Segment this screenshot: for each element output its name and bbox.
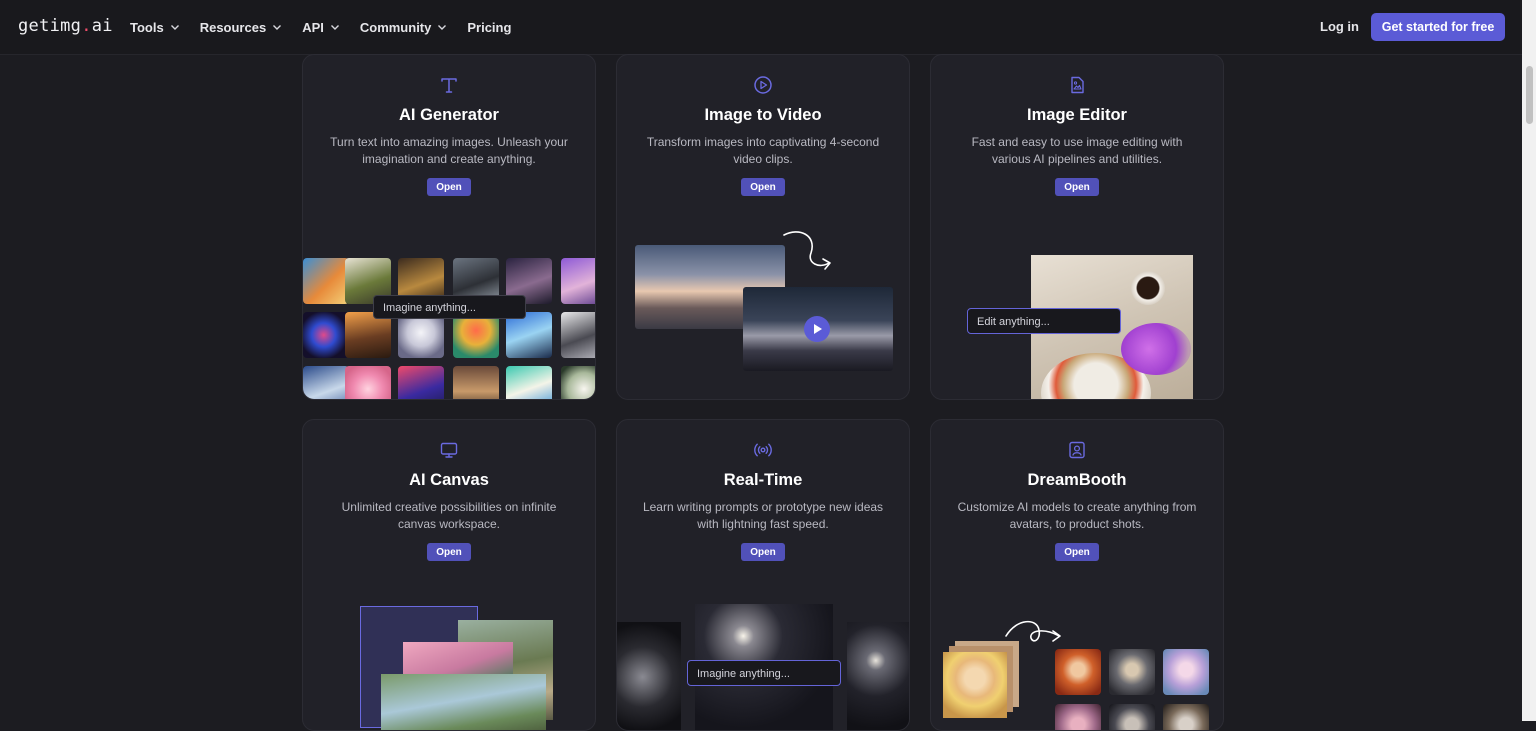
preview-tile [303, 312, 349, 358]
open-button[interactable]: Open [427, 543, 471, 561]
card-title: AI Generator [399, 106, 499, 124]
menu-label: API [302, 19, 324, 35]
prompt-input[interactable]: Imagine anything... [373, 295, 526, 319]
card-description: Fast and easy to use image editing with … [971, 135, 1183, 166]
preview-tile [453, 366, 499, 399]
preview-tile [345, 366, 391, 399]
card-ai-canvas: AI Canvas Unlimited creative possibiliti… [302, 419, 596, 731]
preview-tile [303, 258, 349, 304]
image-edit-icon [1071, 76, 1084, 94]
preview-tile [506, 366, 552, 399]
open-button[interactable]: Open [1055, 543, 1099, 561]
training-photo-stack [955, 641, 1019, 707]
mask-brush [1121, 323, 1191, 375]
realtime-preview: Imagine anything... [617, 420, 909, 730]
canvas-image [403, 642, 513, 730]
open-button[interactable]: Open [427, 178, 471, 196]
get-started-button[interactable]: Get started for free [1371, 13, 1505, 41]
dreambooth-preview [931, 420, 1223, 730]
training-photo [943, 652, 1007, 718]
menu-label: Community [359, 19, 432, 35]
open-button[interactable]: Open [741, 543, 785, 561]
edit-prompt-input[interactable]: Edit anything... [967, 308, 1121, 334]
card-title: AI Canvas [409, 471, 489, 489]
avatar-result [1109, 704, 1155, 730]
scrollbar-thumb[interactable] [1526, 66, 1533, 124]
logo-main: getimg [18, 16, 82, 36]
chevron-down-icon [438, 25, 447, 30]
menu-label: Pricing [467, 19, 512, 35]
coffee-cup [1131, 271, 1165, 305]
astronaut-image-left [617, 622, 681, 730]
menu-tools[interactable]: Tools [130, 20, 180, 35]
chevron-down-icon [170, 25, 179, 30]
canvas-preview [303, 420, 595, 730]
chevron-down-icon [273, 25, 282, 30]
card-title: Image to Video [704, 106, 822, 124]
space-image-right [847, 622, 909, 730]
card-description: Turn text into amazing images. Unleash y… [330, 135, 568, 166]
avatar-result [1163, 649, 1209, 695]
card-image-to-video: Image to Video Transform images into cap… [616, 54, 910, 400]
card-ai-generator: AI Generator Turn text into amazing imag… [302, 54, 596, 400]
card-description: Unlimited creative possibilities on infi… [341, 500, 557, 531]
menu-label: Resources [199, 19, 267, 35]
preview-tile [303, 366, 349, 399]
broadcast-icon [754, 443, 772, 457]
card-dreambooth: DreamBooth Customize AI models to create… [930, 419, 1224, 731]
menu-label: Tools [130, 19, 164, 35]
plate [1041, 353, 1151, 399]
training-photo-stack [949, 646, 1013, 712]
open-button[interactable]: Open [741, 178, 785, 196]
login-link[interactable]: Log in [1320, 19, 1359, 34]
card-real-time: Real-Time Learn writing prompts or proto… [616, 419, 910, 731]
card-title: Image Editor [1027, 106, 1127, 124]
card-description: Learn writing prompts or prototype new i… [642, 500, 884, 531]
avatar-result [1109, 649, 1155, 695]
open-button[interactable]: Open [1055, 178, 1099, 196]
user-square-icon [1069, 441, 1085, 459]
preview-tile [561, 312, 595, 358]
preview-tile [398, 366, 444, 399]
logo-dot: . [81, 16, 92, 36]
curved-arrow-icon [783, 231, 831, 270]
preview-tile [561, 366, 595, 399]
card-title: DreamBooth [1027, 471, 1127, 489]
menu-community[interactable]: Community [360, 20, 448, 35]
play-button-icon[interactable] [803, 315, 831, 343]
text-icon [441, 78, 457, 93]
prompt-input[interactable]: Imagine anything... [687, 660, 841, 686]
avatar-result [1055, 649, 1101, 695]
canvas-selection-frame [360, 606, 478, 728]
chevron-down-icon [330, 25, 339, 30]
play-circle-icon [754, 76, 772, 94]
preview-tile [561, 258, 595, 304]
main-menu: Tools Resources API Community Pricing [130, 0, 511, 54]
card-description: Transform images into captivating 4-seco… [646, 135, 880, 166]
mountain-image [635, 245, 785, 329]
menu-pricing[interactable]: Pricing [467, 20, 511, 35]
getimg-logo[interactable]: getimg.ai [18, 16, 113, 36]
canvas-image [381, 674, 546, 730]
card-image-editor: Image Editor Fast and easy to use image … [930, 54, 1224, 400]
top-navbar: getimg.ai Tools Resources API Community … [0, 0, 1522, 55]
menu-api[interactable]: API [302, 20, 340, 35]
curved-arrow-icon [1005, 620, 1061, 642]
logo-tld: ai [91, 16, 113, 36]
card-title: Real-Time [723, 471, 803, 489]
avatar-result [1163, 704, 1209, 730]
avatar-result [1055, 704, 1101, 730]
card-description: Customize AI models to create anything f… [957, 500, 1197, 531]
canvas-image [458, 620, 553, 720]
monitor-icon [440, 442, 458, 458]
menu-resources[interactable]: Resources [200, 20, 282, 35]
